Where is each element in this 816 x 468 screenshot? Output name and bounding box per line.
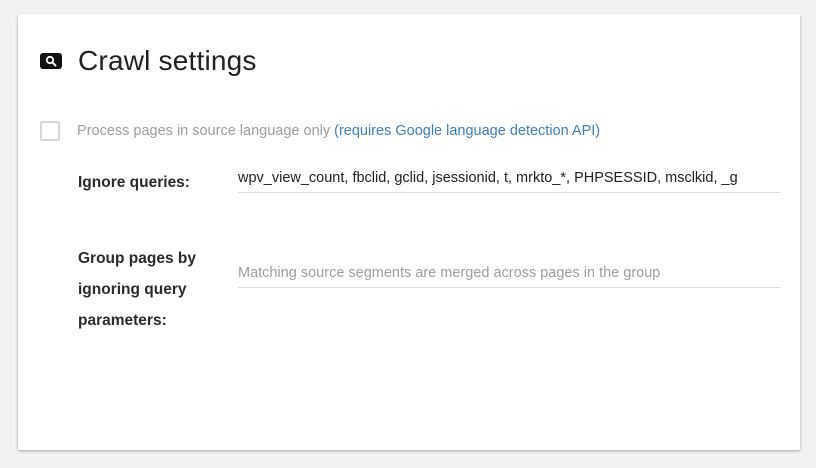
group-pages-label-line2: ignoring query (78, 281, 187, 298)
group-pages-label-line1: Group pages by (78, 250, 196, 267)
crawl-settings-card: Crawl settings Process pages in source l… (18, 14, 800, 450)
ignore-queries-input[interactable] (238, 163, 780, 193)
source-language-label: Process pages in source language only (77, 123, 331, 139)
card-title: Crawl settings (78, 45, 257, 76)
source-language-checkbox[interactable] (40, 121, 60, 141)
source-language-option: Process pages in source language only (r… (40, 119, 600, 143)
ignore-queries-label: Ignore queries: (78, 174, 190, 191)
language-detection-api-link[interactable]: (requires Google language detection API) (334, 123, 600, 139)
group-pages-input[interactable] (238, 258, 780, 288)
card-header: Crawl settings (40, 44, 257, 78)
search-icon (40, 53, 62, 69)
group-pages-label: Group pages by ignoring query parameters… (78, 243, 218, 336)
group-pages-label-line3: parameters: (78, 312, 167, 329)
